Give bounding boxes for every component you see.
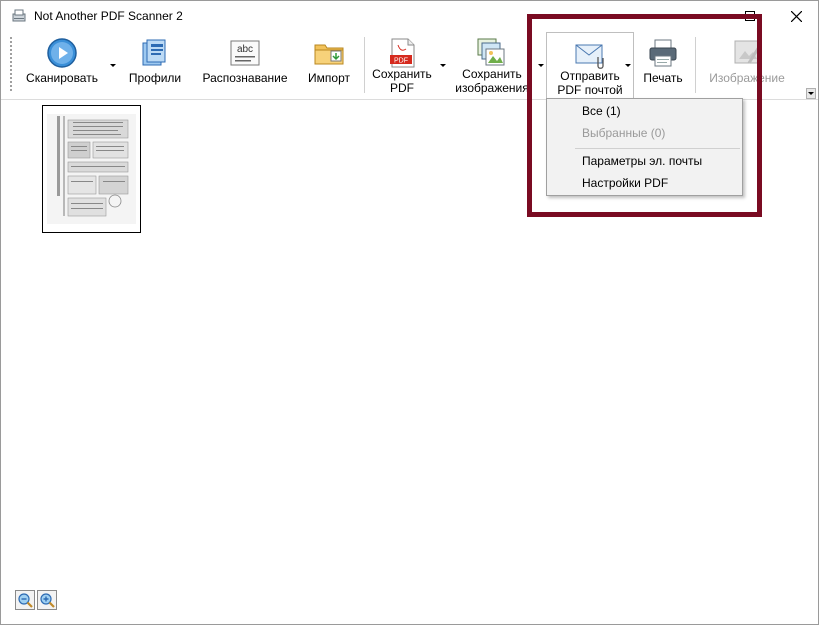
page-thumbnail[interactable] — [42, 105, 141, 233]
app-window: Not Another PDF Scanner 2 Сканировать Пр… — [0, 0, 819, 625]
window-title: Not Another PDF Scanner 2 — [34, 9, 183, 23]
scanned-page-preview — [43, 106, 140, 232]
save-images-icon — [477, 38, 505, 66]
save-pdf-button[interactable]: PDF Сохранить PDF — [367, 31, 437, 97]
close-button[interactable] — [773, 1, 819, 31]
pdf-icon: PDF — [390, 38, 415, 68]
zoom-out-icon — [18, 593, 33, 608]
import-button[interactable]: Импорт — [301, 31, 357, 97]
scan-icon — [47, 38, 77, 68]
zoom-out-button[interactable] — [15, 590, 35, 610]
ocr-label: Распознавание — [202, 71, 288, 85]
toolbar-separator — [364, 37, 365, 93]
ocr-button[interactable]: abc Распознавание — [197, 31, 293, 97]
scanner-app-icon — [12, 9, 26, 22]
close-icon — [790, 10, 802, 22]
save-images-label: Сохранить изображения — [455, 67, 529, 95]
profiles-label: Профили — [128, 71, 182, 85]
scan-button[interactable]: Сканировать — [19, 31, 105, 97]
svg-text:PDF: PDF — [394, 58, 408, 65]
scan-dropdown-arrow[interactable] — [110, 64, 116, 67]
save-pdf-dropdown-arrow[interactable] — [440, 64, 446, 67]
zoom-in-button[interactable] — [37, 590, 57, 610]
save-pdf-label: Сохранить PDF — [372, 67, 432, 95]
toolbar-overflow-button[interactable] — [806, 88, 816, 99]
profiles-button[interactable]: Профили — [122, 31, 188, 97]
folder-import-icon — [314, 44, 344, 65]
profiles-icon — [142, 39, 166, 66]
svg-text:abc: abc — [237, 44, 253, 55]
ocr-abc-icon: abc — [230, 40, 260, 66]
save-images-button[interactable]: Сохранить изображения — [450, 31, 534, 97]
zoom-in-icon — [40, 593, 55, 608]
toolbar-grip[interactable] — [10, 37, 12, 93]
scan-label: Сканировать — [26, 71, 98, 85]
import-label: Импорт — [308, 71, 350, 85]
annotation-highlight-box — [527, 14, 762, 217]
